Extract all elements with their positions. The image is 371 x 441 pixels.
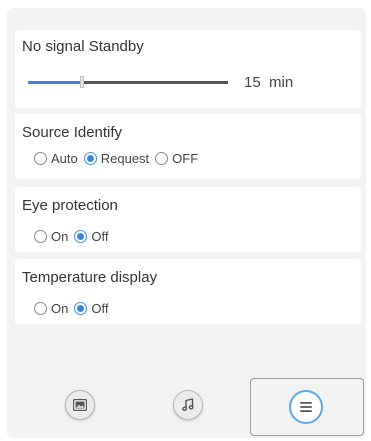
- temperature-option-off-label: Off: [91, 301, 109, 316]
- source-title: Source Identify: [22, 124, 123, 141]
- standby-slider-fill: [28, 81, 82, 84]
- standby-slider[interactable]: [28, 76, 228, 88]
- standby-title: No signal Standby: [22, 38, 144, 55]
- source-option-off[interactable]: OFF: [155, 151, 198, 166]
- eye-option-off-label: Off: [91, 229, 109, 244]
- eye-title: Eye protection: [22, 197, 118, 214]
- music-button[interactable]: [173, 390, 203, 420]
- standby-slider-thumb[interactable]: [80, 76, 84, 88]
- source-option-request-label: Request: [100, 151, 150, 166]
- standby-value-readout: 15 min: [244, 74, 293, 91]
- eye-radio-on[interactable]: [34, 230, 47, 243]
- source-option-off-label: OFF: [172, 151, 199, 166]
- eye-option-on-label: On: [51, 229, 69, 244]
- eye-radio-off[interactable]: [74, 230, 88, 243]
- source-radio-off[interactable]: [155, 152, 169, 165]
- source-radio-request[interactable]: [83, 152, 97, 165]
- standby-value: 15: [244, 74, 261, 91]
- picture-icon: [73, 399, 87, 411]
- temperature-option-on[interactable]: On: [34, 301, 68, 316]
- temperature-title: Temperature display: [22, 269, 158, 286]
- standby-unit: min: [269, 74, 294, 91]
- source-radio-auto[interactable]: [34, 152, 47, 165]
- temperature-option-off[interactable]: Off: [74, 301, 108, 316]
- menu-button[interactable]: [289, 390, 323, 424]
- eye-option-off[interactable]: Off: [74, 229, 108, 244]
- temperature-option-on-label: On: [51, 301, 69, 316]
- temperature-radio-off[interactable]: [74, 302, 88, 315]
- source-options: Auto Request OFF: [34, 151, 204, 166]
- picture-button[interactable]: [65, 390, 95, 420]
- music-icon: [182, 398, 194, 412]
- menu-icon: [300, 402, 312, 412]
- eye-options: On Off: [34, 229, 114, 244]
- source-option-auto[interactable]: Auto: [34, 151, 78, 166]
- source-option-auto-label: Auto: [51, 151, 78, 166]
- source-option-request[interactable]: Request: [83, 151, 150, 166]
- eye-option-on[interactable]: On: [34, 229, 68, 244]
- temperature-radio-on[interactable]: [34, 302, 47, 315]
- temperature-options: On Off: [34, 301, 114, 316]
